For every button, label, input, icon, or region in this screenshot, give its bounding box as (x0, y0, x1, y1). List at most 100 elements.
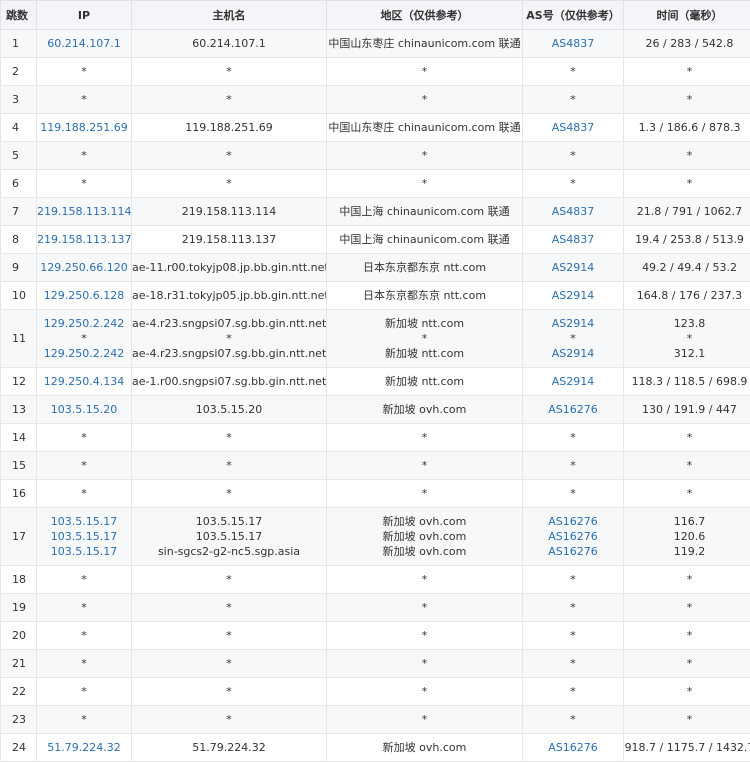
time-value: * (686, 573, 693, 586)
ip-value-link[interactable]: 219.158.113.114 (37, 204, 131, 219)
hop-number: 12 (0, 367, 37, 396)
asn-value: * (570, 601, 576, 614)
table-row: 1 60.214.107.1 60.214.107.1 中国山东枣庄 chinauni… (0, 29, 750, 58)
asn-value-link[interactable]: AS2914 (523, 346, 623, 361)
ip-value: * (81, 685, 87, 698)
asn-value: * (570, 65, 576, 78)
asn-cell: * (522, 141, 624, 170)
location-value: * (421, 459, 428, 472)
location-cell: * (326, 677, 523, 706)
hop-number: 13 (0, 395, 37, 424)
asn-value-link[interactable]: AS2914 (523, 288, 623, 303)
table-row: 4 119.188.251.69 119.188.251.69 中国山东枣庄 chin… (0, 113, 750, 142)
ip-value-link[interactable]: 60.214.107.1 (37, 36, 131, 51)
host-value: ae-1.r00.sngpsi07.sg.bb.gin.ntt.net (132, 375, 326, 388)
hop-number: 2 (0, 57, 37, 86)
location-value: * (421, 65, 428, 78)
location-cell: * (326, 649, 523, 678)
table-row: 16 * * * * * (0, 479, 750, 508)
ip-cell: 219.158.113.137 (36, 225, 132, 254)
location-value: 中国山东枣庄 chinaunicom.com 联通 (328, 121, 521, 134)
hostname-cell: 103.5.15.20 (131, 395, 327, 424)
asn-cell: AS4837 (522, 225, 624, 254)
ip-value-link[interactable]: 51.79.224.32 (37, 740, 131, 755)
asn-value-link[interactable]: AS16276 (523, 402, 623, 417)
table-row: 7 219.158.113.114 219.158.113.114 中国上海 chin… (0, 197, 750, 226)
location-value: 日本东京都东京 ntt.com (362, 261, 487, 274)
hostname-cell: ae-11.r00.tokyjp08.jp.bb.gin.ntt.net (131, 253, 327, 282)
time-cell: * (623, 57, 750, 86)
location-value: * (421, 629, 428, 642)
time-cell: 21.8 / 791 / 1062.7 (623, 197, 750, 226)
location-cell: * (326, 169, 523, 198)
hop-number: 1 (0, 29, 37, 58)
hop-number: 7 (0, 197, 37, 226)
host-value: ae-4.r23.sngpsi07.sg.bb.gin.ntt.net (132, 317, 326, 330)
ip-value-link[interactable]: 129.250.4.134 (37, 374, 131, 389)
ip-value-link[interactable]: 119.188.251.69 (37, 120, 131, 135)
time-value: 21.8 / 791 / 1062.7 (636, 205, 743, 218)
asn-cell: * (522, 423, 624, 452)
ip-value-link[interactable]: 129.250.2.242 (37, 346, 131, 361)
asn-cell: AS2914 (522, 367, 624, 396)
ip-value-link[interactable]: 129.250.2.242 (37, 316, 131, 331)
ip-cell: 60.214.107.1 (36, 29, 132, 58)
asn-value-link[interactable]: AS4837 (523, 36, 623, 51)
host-value: 60.214.107.1 (192, 37, 266, 50)
hop-number: 16 (0, 479, 37, 508)
location-value: * (421, 657, 428, 670)
table-row: 3 * * * * * (0, 85, 750, 114)
asn-value-link[interactable]: AS2914 (523, 260, 623, 275)
asn-cell: AS2914 * AS2914 (522, 309, 624, 368)
asn-value-link[interactable]: AS2914 (523, 316, 623, 331)
hostname-cell: * (131, 621, 327, 650)
ip-value-link[interactable]: 129.250.66.120 (37, 260, 131, 275)
asn-cell: * (522, 565, 624, 594)
asn-value-link[interactable]: AS16276 (523, 529, 623, 544)
time-value: 49.2 / 49.4 / 53.2 (642, 261, 737, 274)
ip-value-link[interactable]: 103.5.15.17 (37, 544, 131, 559)
ip-value-link[interactable]: 103.5.15.20 (37, 402, 131, 417)
ip-value-link[interactable]: 103.5.15.17 (37, 529, 131, 544)
asn-value-link[interactable]: AS4837 (523, 120, 623, 135)
table-row: 17 103.5.15.17 103.5.15.17 103.5.15.17 103.5… (0, 507, 750, 566)
asn-value-link[interactable]: AS16276 (523, 544, 623, 559)
asn-value: * (570, 459, 576, 472)
ip-value: * (81, 601, 87, 614)
location-cell: * (326, 479, 523, 508)
location-cell: 新加坡 ovh.com (326, 733, 523, 762)
ip-cell: * (36, 565, 132, 594)
time-cell: * (623, 451, 750, 480)
asn-value-link[interactable]: AS2914 (523, 374, 623, 389)
location-value: * (421, 601, 428, 614)
location-value: * (421, 149, 428, 162)
table-header-row: 跳数 IP 主机名 地区（仅供参考） AS号（仅供参考） 时间（毫秒） (0, 0, 750, 30)
table-row: 14 * * * * * (0, 423, 750, 452)
time-cell: * (623, 705, 750, 734)
table-body: 1 60.214.107.1 60.214.107.1 中国山东枣庄 chinauni… (0, 29, 750, 762)
ip-cell: 219.158.113.114 (36, 197, 132, 226)
host-value: 103.5.15.20 (195, 403, 263, 416)
time-value: 19.4 / 253.8 / 513.9 (635, 233, 744, 246)
asn-value-link[interactable]: AS16276 (523, 514, 623, 529)
asn-value-link[interactable]: AS16276 (523, 740, 623, 755)
time-cell: * (623, 677, 750, 706)
ip-value-link[interactable]: 103.5.15.17 (37, 514, 131, 529)
hostname-cell: * (131, 705, 327, 734)
host-value: * (226, 713, 232, 726)
location-value: 日本东京都东京 ntt.com (362, 289, 487, 302)
asn-cell: * (522, 57, 624, 86)
ip-value: * (81, 177, 87, 190)
asn-value-link[interactable]: AS4837 (523, 204, 623, 219)
location-cell: 日本东京都东京 ntt.com (326, 253, 523, 282)
host-value: 219.158.113.137 (181, 233, 277, 246)
table-row: 23 * * * * * (0, 705, 750, 734)
host-value: 119.188.251.69 (185, 121, 273, 134)
time-value: 130 / 191.9 / 447 (642, 403, 737, 416)
asn-value-link[interactable]: AS4837 (523, 232, 623, 247)
ip-value-link[interactable]: 219.158.113.137 (37, 232, 131, 247)
time-cell: * (623, 479, 750, 508)
ip-value: * (81, 487, 87, 500)
hop-number: 14 (0, 423, 37, 452)
ip-value-link[interactable]: 129.250.6.128 (37, 288, 131, 303)
